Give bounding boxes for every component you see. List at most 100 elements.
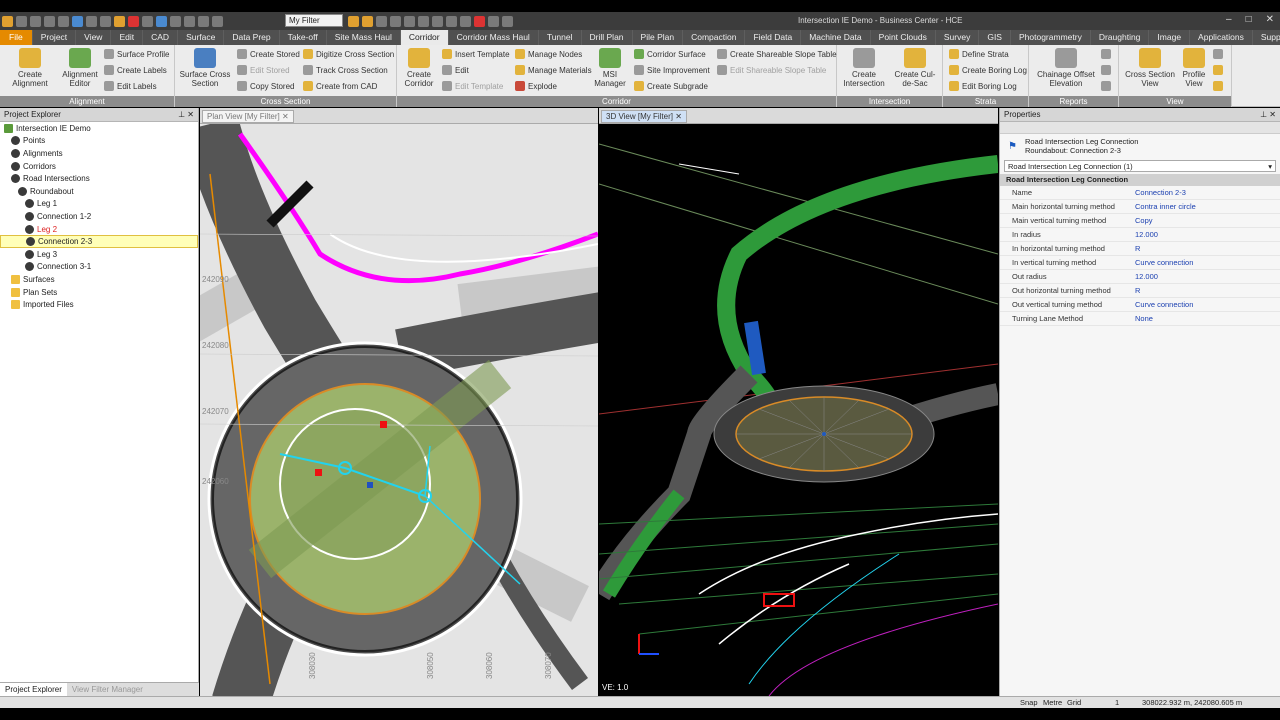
- minimize-icon[interactable]: –: [1226, 14, 1232, 25]
- tab-plan-view[interactable]: Plan View [My Filter] ✕: [202, 110, 294, 123]
- explode-button[interactable]: Explode: [515, 81, 557, 91]
- edit-labels-button[interactable]: Edit Labels: [104, 81, 157, 91]
- property-value[interactable]: Curve connection: [1135, 300, 1193, 309]
- snap-toggle[interactable]: Snap: [1020, 698, 1038, 707]
- property-value[interactable]: 12.000: [1135, 230, 1158, 239]
- alignment-editor-button[interactable]: Alignment Editor: [58, 48, 102, 88]
- surface-cross-section-button[interactable]: Surface Cross Section: [179, 48, 231, 88]
- app-menu-icon[interactable]: [2, 15, 13, 27]
- new-icon[interactable]: [16, 15, 27, 27]
- plan-view[interactable]: Plan View [My Filter] ✕ 242090 242080 24: [200, 108, 598, 696]
- create-labels-button[interactable]: Create Labels: [104, 65, 167, 75]
- tab-file[interactable]: File: [0, 30, 33, 45]
- report-tool-3[interactable]: [1101, 81, 1111, 91]
- undo-icon[interactable]: [86, 15, 97, 27]
- snap-icon[interactable]: [390, 15, 401, 27]
- point-icon[interactable]: [460, 15, 471, 27]
- site-improvement-button[interactable]: Site Improvement: [634, 65, 710, 75]
- report-tool-1[interactable]: [1101, 49, 1111, 59]
- view-tool-3[interactable]: [1213, 81, 1223, 91]
- tab-drill-plan[interactable]: Drill Plan: [582, 30, 633, 45]
- plan-view-canvas[interactable]: 242090 242080 242070 242060 308030 30805…: [200, 124, 598, 696]
- tab-pile-plan[interactable]: Pile Plan: [633, 30, 684, 45]
- property-value[interactable]: 12.000: [1135, 272, 1158, 281]
- redo-icon[interactable]: [100, 15, 111, 27]
- create-corridor-button[interactable]: Create Corridor: [401, 48, 437, 88]
- refresh-icon[interactable]: [114, 15, 125, 27]
- tree-item-corridors[interactable]: Corridors: [0, 160, 198, 173]
- property-row[interactable]: Turning Lane Method None: [1000, 312, 1280, 326]
- pin-close-icons[interactable]: ⊥ ✕: [178, 110, 194, 119]
- units-indicator[interactable]: Metre: [1043, 698, 1062, 707]
- close-icon[interactable]: ✕: [1266, 14, 1274, 25]
- tab-tunnel[interactable]: Tunnel: [539, 30, 582, 45]
- create-boring-log-button[interactable]: Create Boring Log: [949, 65, 1027, 75]
- property-value[interactable]: Contra inner circle: [1135, 202, 1196, 211]
- camera-icon[interactable]: [198, 15, 209, 27]
- digitize-cross-section-button[interactable]: Digitize Cross Section: [303, 49, 394, 59]
- property-row[interactable]: In horizontal turning method R: [1000, 242, 1280, 256]
- property-value[interactable]: Copy: [1135, 216, 1153, 225]
- tree-item-surfaces[interactable]: Surfaces: [0, 273, 198, 286]
- tab-project[interactable]: Project: [33, 30, 77, 45]
- layer-icon[interactable]: [184, 15, 195, 27]
- track-cross-section-button[interactable]: Track Cross Section: [303, 65, 388, 75]
- view-tool-2[interactable]: [1213, 65, 1223, 75]
- property-row[interactable]: Out radius 12.000: [1000, 270, 1280, 284]
- chainage-offset-elevation-button[interactable]: Chainage Offset Elevation: [1035, 48, 1097, 88]
- select-icon[interactable]: [72, 15, 83, 27]
- lasso-icon[interactable]: [376, 15, 387, 27]
- property-value[interactable]: R: [1135, 286, 1140, 295]
- measure-icon[interactable]: [170, 15, 181, 27]
- tree-item-imported-files[interactable]: Imported Files: [0, 298, 198, 311]
- property-row[interactable]: Main horizontal turning method Contra inn…: [1000, 200, 1280, 214]
- view-3d[interactable]: 3D View [My Filter] ✕ VE: 1.0: [599, 108, 998, 696]
- section-header[interactable]: Road Intersection Leg Connection: [1000, 174, 1280, 186]
- tab-cad[interactable]: CAD: [143, 30, 179, 45]
- tree-item-connection-2-3[interactable]: Connection 2-3: [0, 235, 198, 248]
- view-3d-canvas[interactable]: VE: 1.0: [599, 124, 998, 696]
- tab-take-off[interactable]: Take-off: [280, 30, 327, 45]
- tab-draughting[interactable]: Draughting: [1091, 30, 1150, 45]
- tab-survey[interactable]: Survey: [936, 30, 980, 45]
- property-value[interactable]: R: [1135, 244, 1140, 253]
- tab-site-mass-haul[interactable]: Site Mass Haul: [327, 30, 401, 45]
- grid-toggle[interactable]: Grid: [1067, 698, 1081, 707]
- object-selector[interactable]: Road Intersection Leg Connection (1) ▾: [1004, 160, 1276, 172]
- tab-data-prep[interactable]: Data Prep: [224, 30, 280, 45]
- property-value[interactable]: Curve connection: [1135, 258, 1193, 267]
- view-tool-1[interactable]: [1213, 49, 1223, 59]
- surface-profile-button[interactable]: Surface Profile: [104, 49, 169, 59]
- profile-view-button[interactable]: Profile View: [1179, 48, 1209, 88]
- property-row[interactable]: In vertical turning method Curve connecti…: [1000, 256, 1280, 270]
- create-from-cad-button[interactable]: Create from CAD: [303, 81, 377, 91]
- define-strata-button[interactable]: Define Strata: [949, 49, 1009, 59]
- corridor-surface-button[interactable]: Corridor Surface: [634, 49, 706, 59]
- tab-image[interactable]: Image: [1149, 30, 1191, 45]
- tab-compaction[interactable]: Compaction: [683, 30, 746, 45]
- edit-corridor-button[interactable]: Edit: [442, 65, 469, 75]
- insert-template-button[interactable]: Insert Template: [442, 49, 510, 59]
- property-value[interactable]: Connection 2-3: [1135, 188, 1186, 197]
- tree-item-alignments[interactable]: Alignments: [0, 147, 198, 160]
- tab-machine-data[interactable]: Machine Data: [801, 30, 871, 45]
- report-tool-2[interactable]: [1101, 65, 1111, 75]
- manage-nodes-button[interactable]: Manage Nodes: [515, 49, 582, 59]
- tab-edit[interactable]: Edit: [111, 30, 144, 45]
- view-filter-dropdown[interactable]: My Filter: [285, 14, 343, 27]
- tab-point-clouds[interactable]: Point Clouds: [871, 30, 936, 45]
- edit-template-button[interactable]: Edit Template: [442, 81, 503, 91]
- tree-item-roundabout[interactable]: Roundabout: [0, 185, 198, 198]
- cross-section-view-button[interactable]: Cross Section View: [1123, 48, 1177, 88]
- tab-project-explorer[interactable]: Project Explorer: [0, 683, 67, 696]
- select-filter-icon[interactable]: [362, 15, 373, 27]
- grid-icon[interactable]: [488, 15, 499, 27]
- tab-corridor-mass-haul[interactable]: Corridor Mass Haul: [449, 30, 539, 45]
- filter-icon[interactable]: [348, 15, 359, 27]
- tab-support[interactable]: Support: [1253, 30, 1280, 45]
- property-row[interactable]: Name Connection 2-3: [1000, 186, 1280, 200]
- manage-materials-button[interactable]: Manage Materials: [515, 65, 592, 75]
- copy-stored-button[interactable]: Copy Stored: [237, 81, 294, 91]
- edit-boring-log-button[interactable]: Edit Boring Log: [949, 81, 1017, 91]
- tree-item-connection-1-2[interactable]: Connection 1-2: [0, 210, 198, 223]
